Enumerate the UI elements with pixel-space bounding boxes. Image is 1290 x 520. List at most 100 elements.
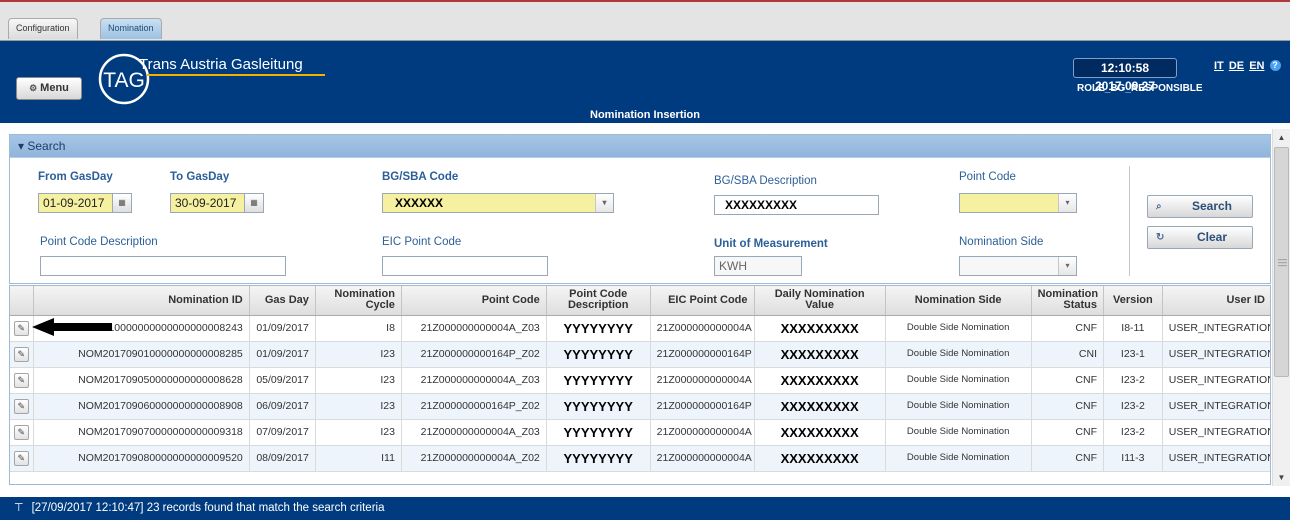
point-code-cell: 21Z000000000004A_Z03 bbox=[401, 367, 547, 394]
bg-sba-description-input[interactable]: XXXXXXXXX bbox=[714, 195, 879, 215]
point-code-description-cell: YYYYYYYY bbox=[546, 393, 651, 420]
tab-configuration[interactable]: Configuration bbox=[8, 18, 78, 39]
edit-icon[interactable]: ✎ bbox=[13, 320, 29, 336]
column-header[interactable]: Gas Day bbox=[249, 286, 316, 316]
table-row[interactable]: ✎ NOM201709080000000000009520 08/09/2017 I1… bbox=[10, 445, 1270, 472]
point-code-description-cell: YYYYYYYY bbox=[546, 341, 651, 368]
status-message: [27/09/2017 12:10:47] 23 records found t… bbox=[31, 502, 385, 514]
calendar-icon[interactable]: ▦ bbox=[244, 193, 264, 213]
nomination-status-cell: CNF bbox=[1031, 315, 1105, 342]
page-title: Nomination Insertion bbox=[590, 109, 700, 121]
table-row[interactable]: ✎ NOM201709050000000000008628 05/09/2017 I2… bbox=[10, 367, 1270, 394]
edit-icon[interactable]: ✎ bbox=[13, 372, 29, 388]
bg-sba-code-select[interactable]: XXXXXX ▾ bbox=[382, 193, 614, 213]
collapse-icon: ▾ bbox=[18, 139, 28, 153]
app-header: ⚙ Menu TAG Trans Austria Gasleitung Nomin… bbox=[0, 41, 1290, 123]
gas-day-cell: 01/09/2017 bbox=[249, 315, 316, 342]
gas-day-cell: 06/09/2017 bbox=[249, 393, 316, 420]
column-header[interactable]: User ID bbox=[1162, 286, 1270, 316]
search-button-label: Search bbox=[1191, 199, 1233, 213]
search-button[interactable]: ⌕ Search bbox=[1147, 195, 1253, 218]
nomination-id-cell: NOM201709060000000000008908 bbox=[33, 393, 250, 420]
scroll-down-icon[interactable]: ▼ bbox=[1273, 469, 1290, 486]
version-cell: I8-11 bbox=[1103, 315, 1163, 342]
table-body: ✎ 010000000000000000008243 01/09/2017 I8 21Z… bbox=[10, 315, 1270, 472]
edit-icon[interactable]: ✎ bbox=[13, 398, 29, 414]
gas-day-cell: 05/09/2017 bbox=[249, 367, 316, 394]
daily-nomination-value-cell: XXXXXXXXX bbox=[754, 419, 886, 446]
lang-it-link[interactable]: IT bbox=[1214, 60, 1224, 72]
table-row[interactable]: ✎ NOM201709060000000000008908 06/09/2017 I2… bbox=[10, 393, 1270, 420]
vertical-scrollbar[interactable]: ▲ ― ― ― ▼ bbox=[1272, 129, 1290, 486]
nomination-side-cell: Double Side Nomination bbox=[885, 419, 1032, 446]
user-id-cell: USER_INTEGRATION bbox=[1162, 341, 1270, 368]
nomination-cycle-cell: I23 bbox=[315, 341, 402, 368]
point-code-cell: 21Z000000000004A_Z02 bbox=[401, 445, 547, 472]
column-header[interactable]: Version bbox=[1103, 286, 1163, 316]
nomination-side-select[interactable]: ▾ bbox=[959, 256, 1077, 276]
point-code-description-input[interactable] bbox=[40, 256, 286, 276]
version-cell: I11-3 bbox=[1103, 445, 1163, 472]
gas-day-cell: 01/09/2017 bbox=[249, 341, 316, 368]
bg-sba-code-value: XXXXXX bbox=[395, 196, 444, 210]
tab-nomination[interactable]: Nomination bbox=[100, 18, 162, 39]
point-code-cell: 21Z000000000164P_Z02 bbox=[401, 341, 547, 368]
nomination-side-cell: Double Side Nomination bbox=[885, 367, 1032, 394]
gas-day-cell: 08/09/2017 bbox=[249, 445, 316, 472]
column-header[interactable]: EIC Point Code bbox=[650, 286, 755, 316]
nomination-cycle-cell: I23 bbox=[315, 367, 402, 394]
menu-button[interactable]: ⚙ Menu bbox=[16, 77, 82, 100]
bg-sba-code-label: BG/SBA Code bbox=[382, 171, 459, 183]
column-header[interactable]: Nomination Side bbox=[885, 286, 1032, 316]
nomination-status-cell: CNF bbox=[1031, 367, 1105, 394]
to-gasday-label: To GasDay bbox=[170, 171, 230, 183]
search-panel: ▾ Search From GasDay 01-09-2017 ▦ To Gas… bbox=[9, 134, 1271, 284]
from-gasday-label: From GasDay bbox=[38, 171, 113, 183]
point-code-select[interactable]: ▾ bbox=[959, 193, 1077, 213]
nomination-side-cell: Double Side Nomination bbox=[885, 445, 1032, 472]
eic-point-code-input[interactable] bbox=[382, 256, 548, 276]
column-header[interactable]: Point Code Description bbox=[546, 286, 651, 316]
eic-point-code-label: EIC Point Code bbox=[382, 236, 462, 248]
help-icon[interactable]: ? bbox=[1269, 60, 1281, 71]
nomination-id-cell: NOM201709050000000000008628 bbox=[33, 367, 250, 394]
table-row[interactable]: ✎ NOM201709010000000000008285 01/09/2017 I2… bbox=[10, 341, 1270, 368]
version-cell: I23-2 bbox=[1103, 419, 1163, 446]
nomination-id-cell: NOM201709010000000000008285 bbox=[33, 341, 250, 368]
edit-cell: ✎ bbox=[10, 367, 34, 394]
scroll-up-icon[interactable]: ▲ bbox=[1273, 129, 1290, 146]
unit-of-measurement-label: Unit of Measurement bbox=[714, 238, 828, 250]
user-id-cell: USER_INTEGRATION bbox=[1162, 419, 1270, 446]
column-header[interactable]: Nomination Cycle bbox=[315, 286, 402, 316]
user-id-cell: USER_INTEGRATION bbox=[1162, 445, 1270, 472]
divider bbox=[1129, 166, 1130, 276]
search-panel-header[interactable]: ▾ Search bbox=[10, 135, 1270, 157]
edit-cell: ✎ bbox=[10, 393, 34, 420]
clear-button[interactable]: ↻ Clear bbox=[1147, 226, 1253, 249]
company-name: Trans Austria Gasleitung bbox=[139, 56, 303, 73]
user-role: ROLE_BG_RESPONSIBLE bbox=[1077, 83, 1203, 94]
user-id-cell: USER_INTEGRATION bbox=[1162, 315, 1270, 342]
edit-icon[interactable]: ✎ bbox=[13, 450, 29, 466]
column-header[interactable]: Daily Nomination Value bbox=[754, 286, 886, 316]
from-gasday-input[interactable]: 01-09-2017 bbox=[38, 193, 118, 213]
eic-point-code-cell: 21Z000000000164P bbox=[650, 393, 755, 420]
scroll-thumb[interactable]: ― ― ― bbox=[1274, 147, 1289, 377]
table-row[interactable]: ✎ NOM201709070000000000009318 07/09/2017 I2… bbox=[10, 419, 1270, 446]
clear-button-label: Clear bbox=[1196, 230, 1228, 244]
edit-icon[interactable]: ✎ bbox=[13, 424, 29, 440]
calendar-icon[interactable]: ▦ bbox=[112, 193, 132, 213]
to-gasday-input[interactable]: 30-09-2017 bbox=[170, 193, 250, 213]
edit-icon[interactable]: ✎ bbox=[13, 346, 29, 362]
nomination-side-cell: Double Side Nomination bbox=[885, 393, 1032, 420]
chevron-down-icon: ▾ bbox=[1058, 194, 1076, 212]
grip-icon: ― ― ― bbox=[1278, 254, 1287, 270]
lang-de-link[interactable]: DE bbox=[1229, 60, 1244, 72]
table-row[interactable]: ✎ 010000000000000000008243 01/09/2017 I8 21Z… bbox=[10, 315, 1270, 342]
lang-en-link[interactable]: EN bbox=[1249, 60, 1264, 72]
gear-icon: ⚙ bbox=[29, 83, 38, 93]
column-header[interactable]: Nomination Status bbox=[1031, 286, 1105, 316]
column-header[interactable]: Nomination ID bbox=[33, 286, 250, 316]
unit-of-measurement-input[interactable]: KWH bbox=[714, 256, 802, 276]
column-header[interactable]: Point Code bbox=[401, 286, 547, 316]
